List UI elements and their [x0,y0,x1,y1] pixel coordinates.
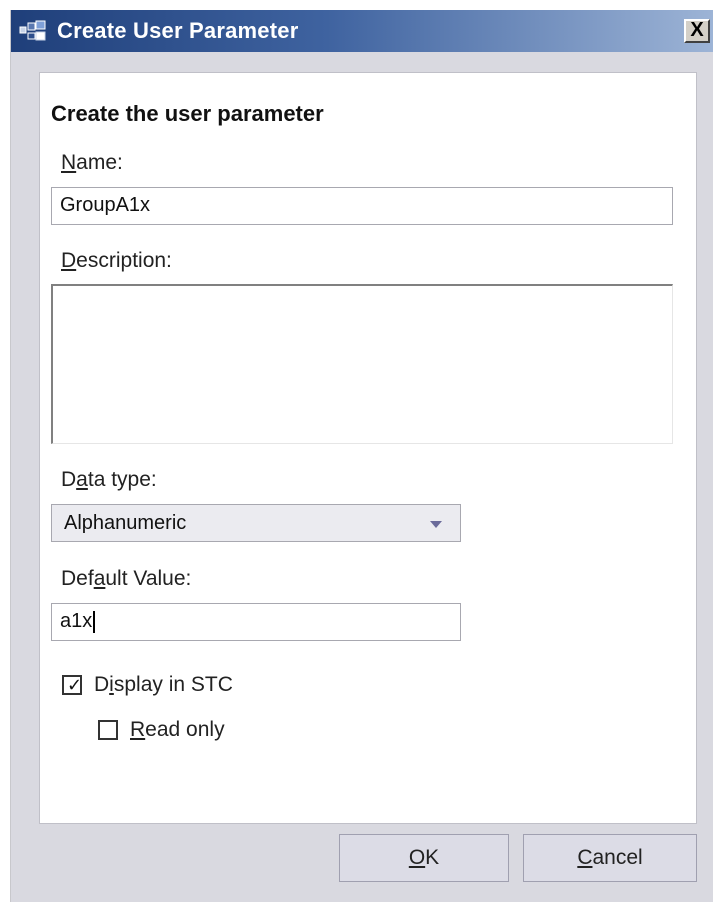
data-type-select[interactable]: Alphanumeric [51,504,461,542]
display-in-stc-label-pre: D [94,673,110,696]
name-label-text: ame: [76,151,123,174]
default-value-input[interactable]: a1x [51,603,461,641]
title-bar[interactable]: Create User Parameter X [11,10,713,52]
description-label: Description: [61,249,172,273]
default-value-label-post: ult Value: [105,567,192,590]
default-value-text: a1x [60,610,93,632]
description-textarea[interactable] [51,284,673,444]
cancel-button-mnemonic: C [577,846,593,869]
display-in-stc-checkbox[interactable]: ✓ [62,675,82,695]
description-label-text: escription: [76,249,172,272]
form-panel [39,72,697,824]
dialog-title: Create User Parameter [57,18,299,43]
display-in-stc-label[interactable]: Display in STC [94,673,233,697]
data-type-selected-value: Alphanumeric [64,512,187,534]
data-type-label: Data type: [61,468,157,492]
dialog-window: Create User Parameter X [10,10,713,902]
chevron-down-icon[interactable] [430,521,442,528]
data-type-label-post: ta type: [87,468,157,491]
data-type-label-mnemonic: a [76,468,88,491]
form-heading: Create the user parameter [51,101,324,126]
display-in-stc-label-post: splay in STC [113,673,233,696]
name-input[interactable]: GroupA1x [51,187,673,225]
ok-button[interactable]: OK [339,834,509,882]
default-value-label-pre: Def [61,567,94,590]
read-only-label[interactable]: Read only [130,718,225,742]
description-label-mnemonic: D [61,249,77,272]
text-cursor [93,610,96,633]
ok-button-label: K [425,846,440,869]
read-only-label-mnemonic: R [130,718,146,741]
checkmark-icon: ✓ [67,675,83,695]
default-value-label: Default Value: [61,567,191,591]
name-label: Name: [61,151,123,175]
read-only-checkbox[interactable] [98,720,118,740]
name-label-mnemonic: N [61,151,77,174]
cancel-button[interactable]: Cancel [523,834,697,882]
parameter-app-icon [19,20,46,41]
default-value-label-mnemonic: a [93,567,106,590]
ok-button-mnemonic: O [408,846,426,869]
close-icon: X [690,19,704,41]
close-button[interactable]: X [684,19,710,43]
cancel-button-label: ancel [592,846,643,869]
data-type-label-pre: D [61,468,77,491]
read-only-label-text: ead only [145,718,225,741]
